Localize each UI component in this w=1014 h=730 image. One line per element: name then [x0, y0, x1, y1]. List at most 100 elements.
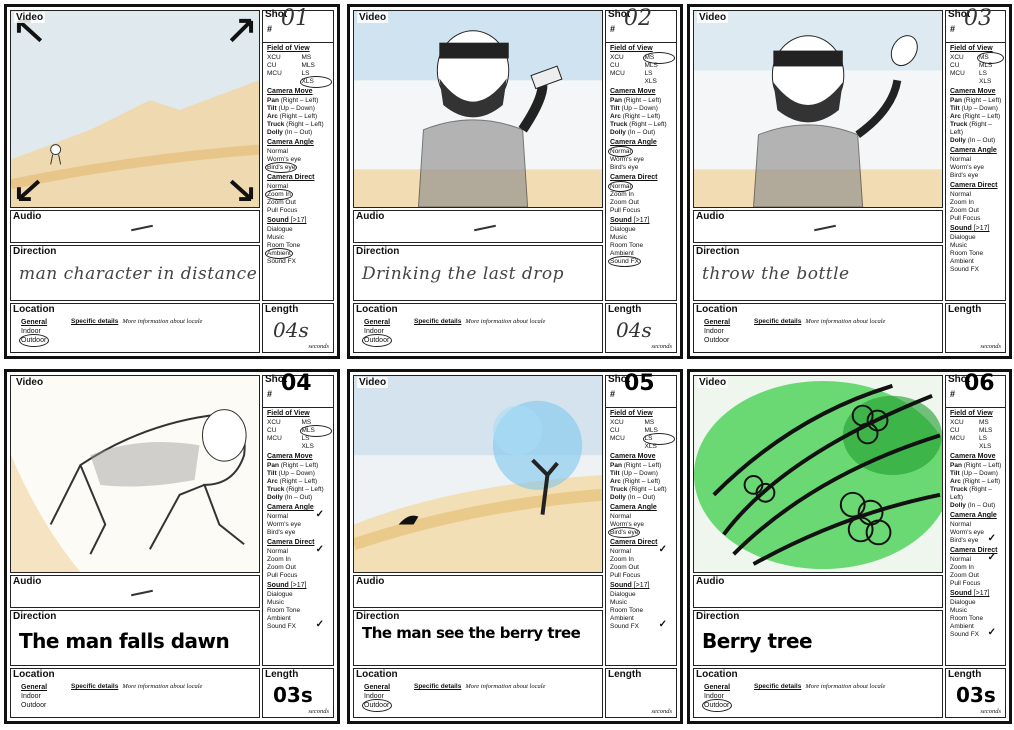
camera-move-option: Dolly (In – Out) [610, 494, 673, 502]
option-detail: (Right – Left) [960, 113, 1001, 120]
length-label: Length [948, 304, 982, 315]
sound-option: Room Tone [950, 615, 1002, 623]
option-text: Sound FX [267, 258, 296, 265]
option-text: Sound FX [950, 631, 979, 638]
direction-box: Direction The man falls dawn [10, 610, 260, 666]
option-text: Room Tone [610, 242, 644, 249]
specific-details-note: More information about locale [122, 683, 203, 690]
camera-move-options: Pan (Right – Left) Tilt (Up – Down) Arc (R… [267, 462, 330, 502]
camera-move-option: Arc (Right – Left) [267, 113, 330, 121]
direction-box: Direction Berry tree [693, 610, 943, 666]
audio-box: Audio [693, 210, 943, 243]
camera-angle-option: Bird's eye [950, 172, 1002, 180]
audio-label: Audio [356, 576, 385, 587]
specific-details: Specific details More information about l… [71, 683, 202, 690]
sound-option: Room Tone [267, 242, 330, 250]
option-detail: (Right – Left) [621, 97, 662, 104]
specific-details: Specific details More information about l… [754, 318, 885, 325]
option-text: Room Tone [950, 615, 984, 622]
camera-move-option: Truck (Right – Left) [950, 121, 1002, 137]
shot-specs-column: Shot # 03 Field of View XCU MS CU MLS MCU LS X… [945, 8, 1006, 301]
specific-details-heading: Specific details [754, 318, 802, 325]
option-text: Music [950, 607, 967, 614]
option-text: Bird's eye [610, 164, 639, 171]
sound-option: Music [610, 234, 673, 242]
camera-move-options: Pan (Right – Left) Tilt (Up – Down) Arc (R… [950, 97, 1002, 145]
location-general: General Indoor Outdoor [704, 318, 730, 345]
camera-move-option: Dolly (In – Out) [610, 129, 673, 137]
option-detail: (Right – Left) [620, 113, 661, 120]
camera-direct-options: Normal Zoom In Zoom Out Pull Focus [265, 183, 330, 215]
option-name: Arc [610, 478, 621, 485]
length-box: Length 03s seconds [945, 668, 1006, 718]
camera-move-option: Dolly (In – Out) [950, 137, 1002, 145]
sound-option: Dialogue [610, 226, 673, 234]
camera-angle-section: Camera Angle Normal Worm's eye Bird's eye [946, 145, 1005, 180]
sound-option: Room Tone [610, 242, 673, 250]
option-text: Zoom In [610, 556, 634, 563]
camera-direct-option: Zoom Out [950, 572, 1002, 580]
fov-option: MCU [267, 70, 282, 77]
camera-direct-option: Pull Focus [950, 215, 1002, 223]
fov-option: CU [267, 427, 277, 434]
option-text: Dialogue [610, 226, 636, 233]
option-text: Zoom In [267, 556, 291, 563]
specific-details-heading: Specific details [754, 683, 802, 690]
option-text: Normal [267, 183, 288, 190]
video-label: Video [14, 12, 46, 23]
option-name: Truck [610, 121, 628, 128]
direction-text: The man falls dawn [19, 629, 230, 653]
audio-label: Audio [13, 211, 42, 222]
sound-option: Dialogue [267, 226, 330, 234]
fov-option [950, 443, 973, 451]
length-value: 03s [956, 683, 996, 707]
option-detail: (In – Out) [282, 129, 313, 136]
shot-specs-column: Shot # 05 Field of View XCU MS CU MLS MCU LS X… [605, 371, 677, 666]
camera-angle-section: Camera Angle Normal Worm's eye Bird's eye ✓ [946, 510, 1005, 545]
option-text: Zoom In [950, 564, 974, 571]
camera-move-option: Tilt (Up – Down) [610, 470, 673, 478]
location-box: Location General Indoor Outdoor Specific… [353, 668, 603, 718]
camera-direct-options: Normal ✓ Zoom In Zoom Out Pull Focus [267, 545, 330, 580]
camera-direct-options: Normal Zoom In Zoom Out Pull Focus [608, 181, 673, 215]
option-text: Ambient [267, 615, 291, 622]
shot-number: 05 [624, 371, 655, 396]
option-name: Dolly [267, 494, 283, 501]
camera-direct-option: Zoom In [265, 189, 330, 200]
camera-angle-option: Worm's eye [950, 164, 1002, 172]
camera-direct-options: Normal Zoom In Zoom Out Pull Focus [950, 191, 1002, 223]
camera-move-heading: Camera Move [950, 453, 996, 460]
option-name: Dolly [610, 494, 626, 501]
general-heading: General [364, 684, 391, 691]
audio-box: Audio [10, 210, 260, 243]
option-text: Bird's eye [264, 162, 298, 173]
sketch-stroke [50, 144, 62, 156]
camera-angle-heading: Camera Angle [267, 139, 314, 146]
shot-number: 02 [624, 6, 652, 31]
direction-box: Direction Drinking the last drop [353, 245, 603, 301]
location-label: Location [696, 669, 738, 680]
camera-move-option: Pan (Right – Left) [267, 462, 330, 470]
field-of-view-section: Field of View XCU MS CU MLS MCU LS XLS [263, 43, 333, 88]
option-name: Tilt [950, 105, 960, 112]
shot-box: Shot # 03 [946, 8, 1005, 43]
direction-box: Direction man character in distance [10, 245, 260, 301]
storyboard-panel-6: Video Audio Direction Berry tree Locatio… [687, 369, 1012, 724]
fov-option: XCU [610, 419, 624, 426]
fov-option: XCU [267, 419, 281, 426]
fov-option: XLS [979, 78, 992, 85]
option-text: Bird's eye [607, 527, 641, 538]
fov-option: LS [301, 70, 310, 77]
option-detail: (Up – Down) [619, 470, 658, 477]
field-of-view-options: XCU MS CU MLS MCU LS XLS [950, 52, 1004, 86]
camera-angle-option: Worm's eye [267, 521, 330, 529]
direction-text: The man see the berry tree [362, 624, 581, 642]
length-label: Length [265, 669, 299, 680]
option-text: Pull Focus [610, 572, 641, 579]
video-label: Video [357, 12, 389, 23]
sound-heading: Sound [>17] [950, 590, 1002, 598]
video-label: Video [697, 12, 729, 23]
audio-label: Audio [696, 211, 725, 222]
sketch-stroke [201, 409, 247, 462]
option-text: Dialogue [267, 591, 293, 598]
